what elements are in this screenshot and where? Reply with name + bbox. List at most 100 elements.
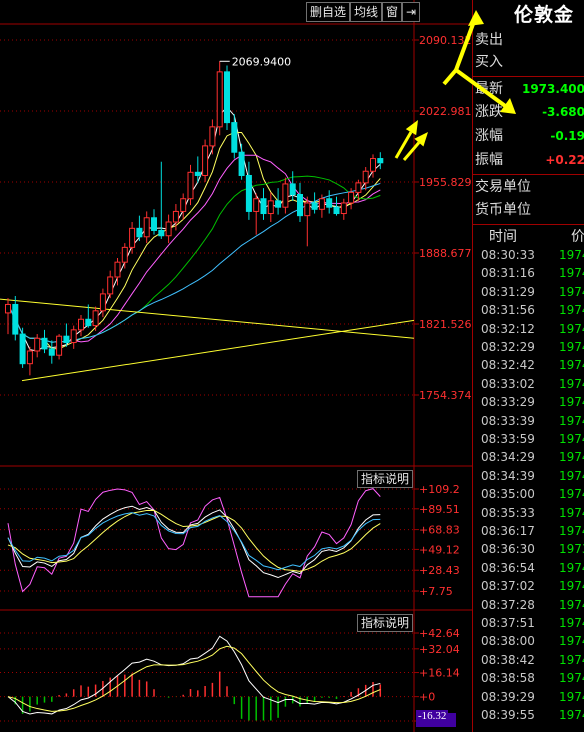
candle-body bbox=[48, 348, 55, 356]
price-tick-label: 1955.829 bbox=[419, 176, 472, 189]
tick-row: 08:35:00 1974 bbox=[473, 485, 584, 504]
tick-time: 08:35:33 bbox=[481, 505, 535, 520]
window-button[interactable]: 窗 bbox=[382, 2, 403, 22]
tick-row: 08:36:30 1973 bbox=[473, 540, 584, 559]
candle-body bbox=[26, 350, 33, 365]
tick-price: 1974 bbox=[559, 579, 584, 594]
tick-time: 08:33:02 bbox=[481, 376, 535, 391]
tick-time: 08:39:29 bbox=[481, 689, 535, 704]
tick-row: 08:33:02 1974 bbox=[473, 375, 584, 394]
currency-unit-label: 货币单位 bbox=[475, 202, 531, 218]
trade-unit-label: 交易单位 bbox=[475, 179, 531, 195]
tick-price: 1974 bbox=[559, 266, 584, 281]
tick-price: 1974 bbox=[559, 450, 584, 465]
tick-price: 1974 bbox=[559, 652, 584, 667]
trend-line-upper bbox=[0, 298, 415, 339]
change-row: 涨跌 -3.680 bbox=[473, 100, 584, 124]
change-pct-value: -0.19 bbox=[550, 129, 584, 143]
macd-tick-label: +16.14 bbox=[419, 667, 460, 680]
osc-tick-label: +109.2 bbox=[419, 483, 460, 496]
indicator-help-button-1[interactable]: 指标说明 bbox=[357, 470, 414, 488]
quote-panel: 卖出 买入 最新 1973.400 涨跌 -3.680 涨幅 -0.19 振幅 … bbox=[472, 0, 584, 732]
tick-row: 08:37:28 1974 bbox=[473, 596, 584, 615]
tick-row: 08:39:55 1974 bbox=[473, 706, 584, 725]
sell-row: 卖出 bbox=[473, 28, 584, 52]
candle-body bbox=[5, 303, 11, 314]
delete-watch-button[interactable]: 删自选 bbox=[306, 2, 351, 22]
trade-unit-row: 交易单位 bbox=[473, 174, 584, 199]
tick-row: 08:39:29 1974 bbox=[473, 688, 584, 707]
candle-body bbox=[224, 71, 230, 124]
candle-body bbox=[63, 335, 70, 344]
candle-body bbox=[12, 303, 19, 335]
candle-body bbox=[107, 276, 114, 295]
tick-price: 1974 bbox=[559, 634, 584, 649]
candle-body bbox=[231, 122, 238, 153]
oscillator-line bbox=[7, 505, 381, 579]
candle-body bbox=[326, 198, 333, 208]
tick-time: 08:31:56 bbox=[481, 303, 535, 318]
moving-average-line bbox=[7, 154, 381, 343]
tick-time: 08:36:30 bbox=[481, 542, 535, 557]
last-label: 最新 bbox=[475, 81, 503, 97]
candle-body bbox=[165, 221, 172, 237]
tick-price: 1974 bbox=[559, 248, 584, 262]
tick-time: 08:38:58 bbox=[481, 671, 535, 686]
tick-row: 08:36:17 1974 bbox=[473, 522, 584, 541]
tick-price: 1974 bbox=[559, 616, 584, 630]
tick-time: 08:33:29 bbox=[481, 395, 535, 410]
tick-price: 1974 bbox=[559, 689, 584, 704]
tick-time: 08:36:17 bbox=[481, 524, 535, 538]
expand-icon[interactable]: ⇥ bbox=[402, 2, 421, 22]
tick-row: 08:32:12 1974 bbox=[473, 320, 584, 339]
candle-body bbox=[209, 126, 216, 147]
candle-body bbox=[362, 170, 369, 184]
candle-body bbox=[19, 333, 26, 365]
tick-price: 1974 bbox=[559, 321, 584, 336]
change-pct-label: 涨幅 bbox=[475, 128, 503, 144]
osc-tick-label: +89.51 bbox=[419, 503, 460, 516]
candle-body bbox=[348, 191, 355, 204]
candle-body bbox=[202, 145, 209, 176]
indicator-help-button-2[interactable]: 指标说明 bbox=[357, 614, 414, 632]
tick-row: 08:37:02 1974 bbox=[473, 577, 584, 596]
change-value: -3.680 bbox=[542, 105, 584, 119]
tick-row: 08:34:29 1974 bbox=[473, 448, 584, 467]
candle-body bbox=[92, 310, 99, 327]
candle-body bbox=[151, 217, 157, 231]
tick-time: 08:33:59 bbox=[481, 432, 535, 446]
moving-average-line bbox=[7, 131, 381, 350]
ma-button[interactable]: 均线 bbox=[350, 2, 383, 22]
candle-body bbox=[78, 318, 84, 331]
tick-row: 08:38:00 1974 bbox=[473, 632, 584, 651]
moving-average-line bbox=[7, 106, 381, 352]
change-pct-row: 涨幅 -0.19 bbox=[473, 124, 584, 148]
candle-body bbox=[194, 171, 201, 176]
candle-body bbox=[311, 202, 318, 210]
tick-row: 08:31:29 1974 bbox=[473, 283, 584, 302]
price-header: 价 bbox=[571, 229, 584, 245]
price-tick-label: 1754.374 bbox=[419, 389, 472, 402]
osc-tick-label: +49.12 bbox=[419, 543, 460, 556]
tick-price: 1974 bbox=[559, 376, 584, 391]
buy-row: 买入 bbox=[473, 50, 584, 74]
macd-line bbox=[7, 645, 381, 712]
last-row: 最新 1973.400 bbox=[473, 76, 584, 101]
tick-row: 08:35:33 1974 bbox=[473, 504, 584, 523]
candle-body bbox=[56, 335, 63, 356]
change-label: 涨跌 bbox=[475, 104, 503, 120]
candle-body bbox=[187, 171, 194, 200]
candle-body bbox=[172, 210, 179, 223]
amplitude-row: 振幅 +0.22 bbox=[473, 148, 584, 172]
candle-body bbox=[34, 337, 41, 352]
macd-tick-label: +42.64 bbox=[419, 627, 460, 640]
oscillator-line bbox=[7, 509, 381, 572]
candle-body bbox=[41, 337, 48, 350]
candle-body bbox=[370, 158, 376, 172]
tick-price: 1974 bbox=[559, 468, 584, 483]
candle-body bbox=[333, 206, 340, 215]
tick-row: 08:33:29 1974 bbox=[473, 393, 584, 412]
tick-price: 1974 bbox=[559, 597, 584, 612]
price-tick-label: 2090.132 bbox=[419, 34, 472, 47]
candle-body bbox=[85, 318, 92, 327]
